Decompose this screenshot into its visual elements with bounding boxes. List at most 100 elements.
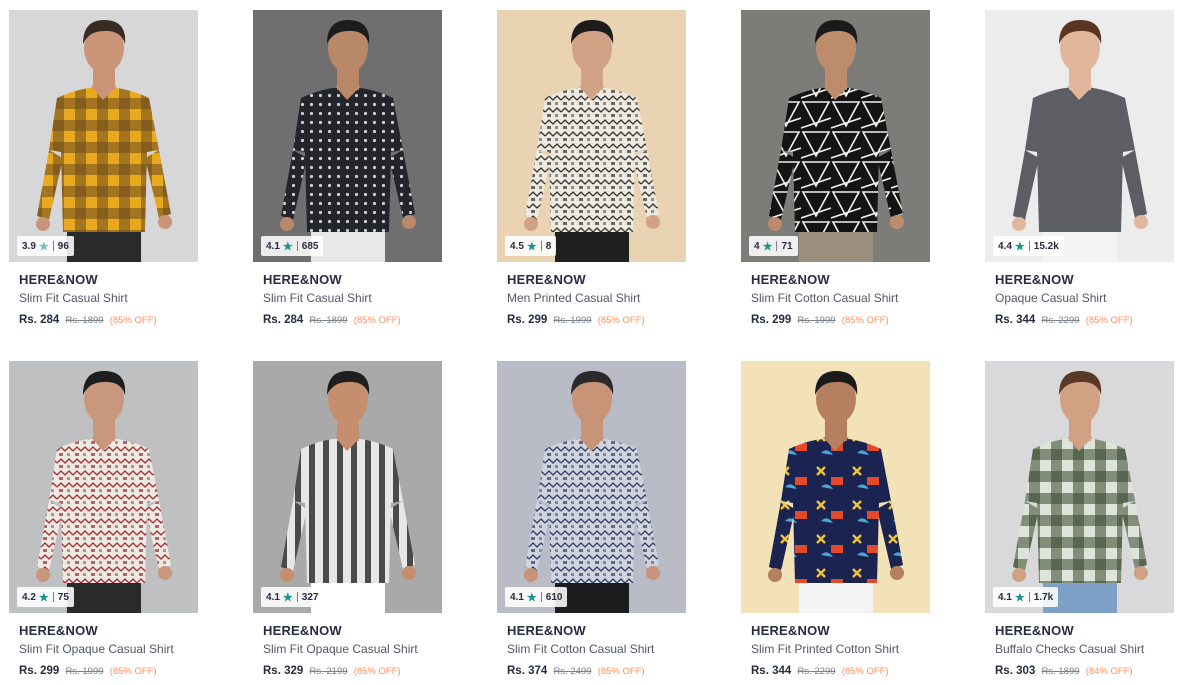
rating-badge: 4.1 ★ 327: [261, 587, 324, 607]
product-card[interactable]: 4.1 ★ 327 HERE&NOW Slim Fit Opaque Casua…: [253, 361, 442, 677]
product-title: Slim Fit Casual Shirt: [263, 291, 372, 305]
product-image[interactable]: [497, 10, 686, 262]
star-icon: ★: [38, 591, 49, 604]
original-price: Rs. 1899: [309, 315, 348, 326]
rating-divider: [52, 592, 54, 602]
rating-count: 327: [301, 591, 319, 603]
original-price: Rs. 1999: [797, 315, 836, 326]
sale-price: Rs. 299: [19, 665, 60, 677]
product-price: Rs. 299 Rs. 1999 (85% OFF): [19, 664, 198, 679]
product-price: Rs. 299 Rs. 1999 (85% OFF): [751, 313, 930, 328]
product-card[interactable]: ★ HERE&NOW Slim Fit Printed Cotton Shirt…: [741, 361, 930, 677]
star-icon: ★: [1014, 240, 1025, 253]
rating-badge: 4 ★ 71: [749, 236, 798, 256]
product-info[interactable]: HERE&NOW Slim Fit Cotton Casual Shirt Rs…: [741, 262, 930, 328]
product-info[interactable]: HERE&NOW Opaque Casual Shirt Rs. 344 Rs.…: [985, 262, 1174, 328]
original-price: Rs. 2199: [309, 666, 348, 677]
rating-badge: 3.9 ★ 96: [17, 236, 74, 256]
product-price: Rs. 284 Rs. 1899 (85% OFF): [263, 313, 442, 328]
model-photo-figure: [253, 361, 442, 613]
product-image[interactable]: [741, 10, 930, 262]
product-info[interactable]: HERE&NOW Slim Fit Opaque Casual Shirt Rs…: [253, 613, 442, 679]
rating-divider: [1028, 592, 1030, 602]
original-price: Rs. 1999: [65, 666, 104, 677]
product-image[interactable]: [741, 361, 930, 613]
product-info[interactable]: HERE&NOW Buffalo Checks Casual Shirt Rs.…: [985, 613, 1174, 679]
rating-value: 4.1: [998, 591, 1012, 603]
rating-divider: [52, 241, 54, 251]
product-title: Slim Fit Cotton Casual Shirt: [751, 291, 899, 305]
model-photo-figure: [985, 361, 1174, 613]
rating-value: 4: [754, 240, 760, 252]
product-card[interactable]: 4.1 ★ 610 HERE&NOW Slim Fit Cotton Casua…: [497, 361, 686, 677]
product-card[interactable]: 4.1 ★ 1.7k HERE&NOW Buffalo Checks Casua…: [985, 361, 1174, 677]
product-image[interactable]: [253, 10, 442, 262]
product-title: Slim Fit Casual Shirt: [19, 291, 128, 305]
product-brand: HERE&NOW: [995, 272, 1074, 287]
product-title: Slim Fit Opaque Casual Shirt: [263, 642, 418, 656]
star-icon: ★: [526, 240, 537, 253]
rating-count: 96: [57, 240, 69, 252]
product-info[interactable]: HERE&NOW Slim Fit Printed Cotton Shirt R…: [741, 613, 930, 679]
product-image[interactable]: [497, 361, 686, 613]
product-image[interactable]: [253, 361, 442, 613]
product-brand: HERE&NOW: [19, 623, 98, 638]
product-info[interactable]: HERE&NOW Slim Fit Casual Shirt Rs. 284 R…: [253, 262, 442, 328]
product-card[interactable]: 4.5 ★ 8 HERE&NOW Men Printed Casual Shir…: [497, 10, 686, 326]
product-brand: HERE&NOW: [751, 623, 830, 638]
model-photo-figure: [741, 10, 930, 262]
product-info[interactable]: HERE&NOW Men Printed Casual Shirt Rs. 29…: [497, 262, 686, 328]
product-brand: HERE&NOW: [263, 272, 342, 287]
product-info[interactable]: HERE&NOW Slim Fit Opaque Casual Shirt Rs…: [9, 613, 198, 679]
rating-badge: 4.1 ★ 685: [261, 236, 324, 256]
product-price: Rs. 329 Rs. 2199 (85% OFF): [263, 664, 442, 679]
product-info[interactable]: HERE&NOW Slim Fit Cotton Casual Shirt Rs…: [497, 613, 686, 679]
original-price: Rs. 2299: [797, 666, 836, 677]
product-grid: 3.9 ★ 96 HERE&NOW Slim Fit Casual Shirt …: [9, 10, 1174, 677]
sale-price: Rs. 374: [507, 665, 548, 677]
discount-label: (85% OFF): [841, 666, 889, 677]
rating-badge: 4.4 ★ 15.2k: [993, 236, 1064, 256]
sale-price: Rs. 299: [751, 314, 792, 326]
discount-label: (85% OFF): [1085, 315, 1133, 326]
rating-count: 8: [545, 240, 552, 252]
rating-count: 75: [57, 591, 69, 603]
product-title: Slim Fit Printed Cotton Shirt: [751, 642, 900, 656]
rating-count: 15.2k: [1033, 240, 1059, 252]
product-info[interactable]: HERE&NOW Slim Fit Casual Shirt Rs. 284 R…: [9, 262, 198, 328]
original-price: Rs. 2499: [553, 666, 592, 677]
product-image[interactable]: [9, 10, 198, 262]
product-card[interactable]: 4.1 ★ 685 HERE&NOW Slim Fit Casual Shirt…: [253, 10, 442, 326]
rating-badge: 4.5 ★ 8: [505, 236, 557, 256]
rating-count: 1.7k: [1033, 591, 1054, 603]
rating-badge: 4.1 ★ 1.7k: [993, 587, 1059, 607]
product-card[interactable]: 4 ★ 71 HERE&NOW Slim Fit Cotton Casual S…: [741, 10, 930, 326]
product-price: Rs. 344 Rs. 2299 (85% OFF): [751, 664, 930, 679]
rating-divider: [540, 241, 542, 251]
product-image[interactable]: [985, 361, 1174, 613]
product-image[interactable]: [985, 10, 1174, 262]
product-brand: HERE&NOW: [751, 272, 830, 287]
star-icon: ★: [282, 591, 293, 604]
rating-count: 71: [781, 240, 793, 252]
discount-label: (85% OFF): [597, 666, 645, 677]
product-card[interactable]: 3.9 ★ 96 HERE&NOW Slim Fit Casual Shirt …: [9, 10, 198, 326]
product-card[interactable]: 4.2 ★ 75 HERE&NOW Slim Fit Opaque Casual…: [9, 361, 198, 677]
star-icon: ★: [1014, 591, 1025, 604]
rating-divider: [1028, 241, 1030, 251]
model-photo-figure: [497, 361, 686, 613]
model-photo-figure: [497, 10, 686, 262]
discount-label: (85% OFF): [841, 315, 889, 326]
star-icon: ★: [762, 240, 773, 253]
product-title: Slim Fit Cotton Casual Shirt: [507, 642, 655, 656]
product-price: Rs. 344 Rs. 2299 (85% OFF): [995, 313, 1174, 328]
product-card[interactable]: 4.4 ★ 15.2k HERE&NOW Opaque Casual Shirt…: [985, 10, 1174, 326]
product-price: Rs. 284 Rs. 1899 (85% OFF): [19, 313, 198, 328]
model-photo-figure: [253, 10, 442, 262]
rating-value: 3.9: [22, 240, 36, 252]
discount-label: (85% OFF): [597, 315, 645, 326]
product-image[interactable]: [9, 361, 198, 613]
sale-price: Rs. 344: [995, 314, 1036, 326]
original-price: Rs. 1999: [553, 315, 592, 326]
rating-badge: 4.2 ★ 75: [17, 587, 74, 607]
